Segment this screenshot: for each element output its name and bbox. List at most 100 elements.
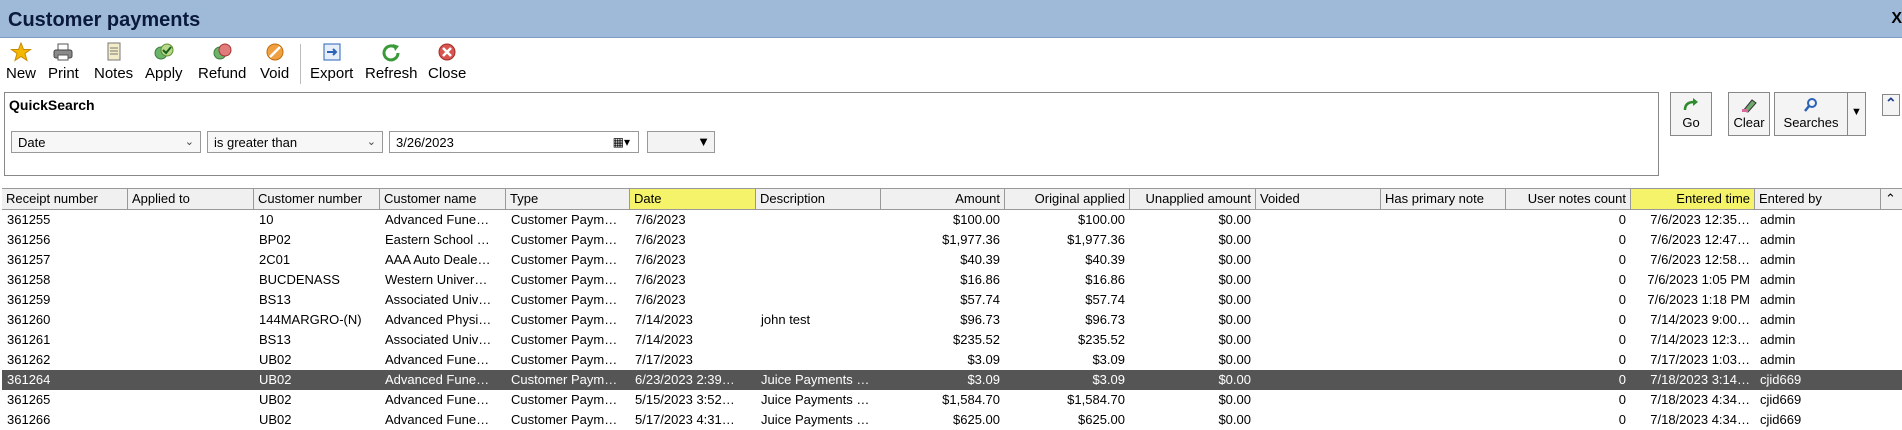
cell-description [756, 250, 881, 270]
new-button[interactable]: New [6, 42, 36, 82]
table-row[interactable]: 361255 10 Advanced Fune… Customer Paym… 7/6/… [2, 210, 1902, 230]
go-button[interactable]: Go [1670, 92, 1712, 136]
field-select-value: Date [18, 135, 46, 150]
table-row[interactable]: 361262 UB02 Advanced Fune… Customer Paym… 7/… [2, 350, 1902, 370]
operator-select[interactable]: is greater than ⌄ [207, 131, 383, 153]
table-row[interactable]: 361258 BUCDENASS Western Univer… Customer P… [2, 270, 1902, 290]
cell-original-applied: $16.86 [1085, 272, 1125, 287]
notes-button[interactable]: Notes [94, 42, 133, 82]
clear-button[interactable]: Clear [1728, 92, 1770, 136]
cell-customer-number: BS13 [259, 292, 291, 307]
cell-description [756, 330, 881, 350]
cell-applied-to [128, 290, 254, 310]
cell-customer-name: Associated Univ… [385, 292, 492, 307]
cell-has-primary-note [1381, 210, 1506, 230]
cell-customer-name: Advanced Fune… [385, 412, 490, 427]
column-header-entered-by[interactable]: Entered by [1755, 189, 1881, 209]
column-header-type[interactable]: Type [506, 189, 630, 209]
cell-amount: $3.09 [967, 372, 1000, 387]
cell-amount: $96.73 [960, 312, 1000, 327]
cell-voided [1256, 370, 1381, 390]
notes-icon [107, 42, 121, 61]
void-button[interactable]: Void [260, 42, 289, 82]
cell-date: 7/14/2023 [635, 332, 693, 347]
cell-unapplied-amount: $0.00 [1218, 332, 1251, 347]
cell-description [756, 350, 881, 370]
cell-original-applied: $1,977.36 [1067, 232, 1125, 247]
extra-dropdown[interactable]: ▼ [647, 131, 715, 153]
apply-button[interactable]: Apply [145, 42, 183, 82]
column-header-has-primary-note[interactable]: Has primary note [1381, 189, 1506, 209]
table-row[interactable]: 361260 144MARGRO-(N) Advanced Physi… Custom… [2, 310, 1902, 330]
cell-entered-by: admin [1760, 312, 1796, 327]
cell-entered-time: 7/18/2023 3:14… [1650, 372, 1750, 387]
toolbar: New Print Notes Apply Refund Void Export… [0, 38, 1902, 88]
export-button[interactable]: Export [310, 42, 353, 82]
column-header-voided[interactable]: Voided [1256, 189, 1381, 209]
column-header-applied-to[interactable]: Applied to [128, 189, 254, 209]
column-header-entered-time[interactable]: Entered time [1631, 189, 1755, 209]
table-row[interactable]: 361266 UB02 Advanced Fune… Customer Paym… 5/… [2, 410, 1902, 430]
table-row[interactable]: 361257 2C01 AAA Auto Deale… Customer Paym… 7… [2, 250, 1902, 270]
refresh-button[interactable]: Refresh [365, 42, 418, 82]
collapse-panel-button[interactable]: ⌃ [1882, 94, 1900, 116]
table-row[interactable]: 361265 UB02 Advanced Fune… Customer Paym… 5/… [2, 390, 1902, 410]
field-select[interactable]: Date ⌄ [11, 131, 201, 153]
column-header-description[interactable]: Description [756, 189, 881, 209]
table-row[interactable]: 361264 UB02 Advanced Fune… Customer Paym… 6/… [2, 370, 1902, 390]
cell-amount: $235.52 [953, 332, 1000, 347]
cell-type: Customer Paym… [511, 232, 618, 247]
cell-customer-number: 10 [259, 212, 274, 227]
cell-amount: $40.39 [960, 252, 1000, 267]
cell-customer-number: UB02 [259, 372, 292, 387]
refresh-label: Refresh [365, 65, 418, 82]
cell-user-notes-count: 0 [1618, 412, 1626, 427]
cell-description: Juice Payments … [761, 392, 870, 407]
table-row[interactable]: 361261 BS13 Associated Univ… Customer Paym…… [2, 330, 1902, 350]
quicksearch-panel: QuickSearch Date ⌄ is greater than ⌄ 3/2… [4, 92, 1659, 176]
cell-amount: $3.09 [967, 352, 1000, 367]
cell-date: 6/23/2023 2:39… [635, 372, 735, 387]
print-button[interactable]: Print [48, 42, 79, 82]
column-header-receipt-number[interactable]: Receipt number [2, 189, 128, 209]
star-icon [10, 42, 32, 62]
column-header-date[interactable]: Date [630, 189, 756, 209]
column-header-customer-number[interactable]: Customer number [254, 189, 380, 209]
cell-type: Customer Paym… [511, 392, 618, 407]
column-header-amount[interactable]: Amount [881, 189, 1005, 209]
calendar-icon[interactable]: ▦▾ [613, 135, 630, 149]
refund-label: Refund [198, 65, 247, 82]
cell-unapplied-amount: $0.00 [1218, 312, 1251, 327]
cell-applied-to [128, 370, 254, 390]
column-header-original-applied[interactable]: Original applied [1005, 189, 1130, 209]
grid-scrollbar-up[interactable]: ⌃ [1881, 189, 1902, 209]
cell-user-notes-count: 0 [1618, 392, 1626, 407]
cell-date: 7/6/2023 [635, 252, 686, 267]
table-row[interactable]: 361256 BP02 Eastern School … Customer Paym…… [2, 230, 1902, 250]
table-row[interactable]: 361259 BS13 Associated Univ… Customer Paym…… [2, 290, 1902, 310]
column-header-customer-name[interactable]: Customer name [380, 189, 506, 209]
cell-customer-number: BS13 [259, 332, 291, 347]
cell-entered-by: admin [1760, 352, 1796, 367]
cell-entered-by: cjid669 [1760, 412, 1802, 427]
cell-original-applied: $96.73 [1085, 312, 1125, 327]
cell-receipt-number: 361255 [7, 212, 51, 227]
searches-dropdown-button[interactable]: ▼ [1848, 92, 1866, 136]
cell-has-primary-note [1381, 370, 1506, 390]
apply-icon [154, 43, 174, 60]
cell-applied-to [128, 230, 254, 250]
column-header-user-notes-count[interactable]: User notes count [1506, 189, 1631, 209]
column-header-unapplied-amount[interactable]: Unapplied amount [1130, 189, 1256, 209]
refund-button[interactable]: Refund [198, 42, 246, 82]
cell-unapplied-amount: $0.00 [1218, 232, 1251, 247]
searches-button[interactable]: Searches [1774, 92, 1848, 136]
cell-user-notes-count: 0 [1618, 312, 1626, 327]
close-button[interactable]: Close [428, 42, 466, 82]
cell-description [756, 270, 881, 290]
export-label: Export [310, 65, 354, 82]
go-label: Go [1682, 115, 1700, 130]
date-value-input[interactable]: 3/26/2023 ▦▾ [389, 131, 639, 153]
cell-type: Customer Paym… [511, 212, 618, 227]
cell-description: Juice Payments … [761, 412, 870, 427]
window-close-button[interactable]: X [1891, 10, 1902, 28]
